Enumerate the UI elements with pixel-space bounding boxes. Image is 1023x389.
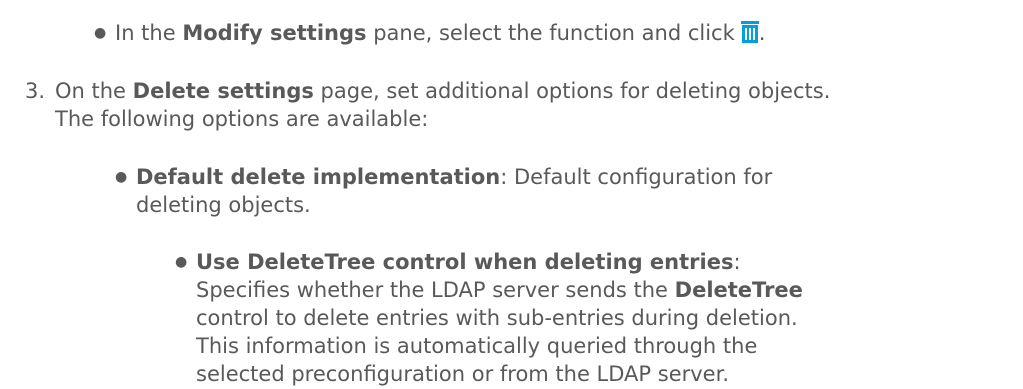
bullet: ● — [175, 254, 188, 270]
bullet: ● — [94, 25, 107, 41]
control-name: DeleteTree — [674, 278, 803, 302]
step-delete-settings-line2: The following options are available: — [55, 107, 429, 131]
bullet: ● — [115, 169, 128, 185]
option-deletetree-line2: Specifies whether the LDAP server sends … — [196, 276, 803, 304]
step-delete-settings: On the Delete settings page, set additio… — [55, 77, 830, 105]
option-desc: : — [733, 250, 741, 274]
option-default-delete-line2: deleting objects. — [136, 193, 311, 217]
option-desc: Specifies whether the LDAP server sends … — [196, 278, 675, 302]
step-text: On the — [55, 79, 133, 103]
step-text: pane, select the function and click — [366, 21, 735, 45]
page-name: Delete settings — [132, 79, 314, 103]
step-modify-settings: In the Modify settings pane, select the … — [115, 19, 765, 47]
step-number: 3. — [25, 79, 46, 103]
pane-name: Modify settings — [182, 21, 367, 45]
option-deletetree-line3: control to delete entries with sub-entri… — [196, 306, 798, 330]
step-text: . — [758, 21, 766, 45]
option-name: Use DeleteTree control when deleting ent… — [196, 250, 734, 274]
step-text: page, set additional options for deletin… — [313, 79, 831, 103]
option-desc: : Default configuration for — [500, 165, 773, 189]
option-default-delete: Default delete implementation: Default c… — [136, 163, 772, 191]
step-text: In the — [115, 21, 183, 45]
option-deletetree-line5: selected preconfiguration or from the LD… — [196, 362, 729, 386]
option-deletetree: Use DeleteTree control when deleting ent… — [196, 248, 741, 276]
trash-icon — [740, 21, 759, 43]
option-name: Default delete implementation — [136, 165, 501, 189]
option-deletetree-line4: This information is automatically querie… — [196, 334, 758, 358]
